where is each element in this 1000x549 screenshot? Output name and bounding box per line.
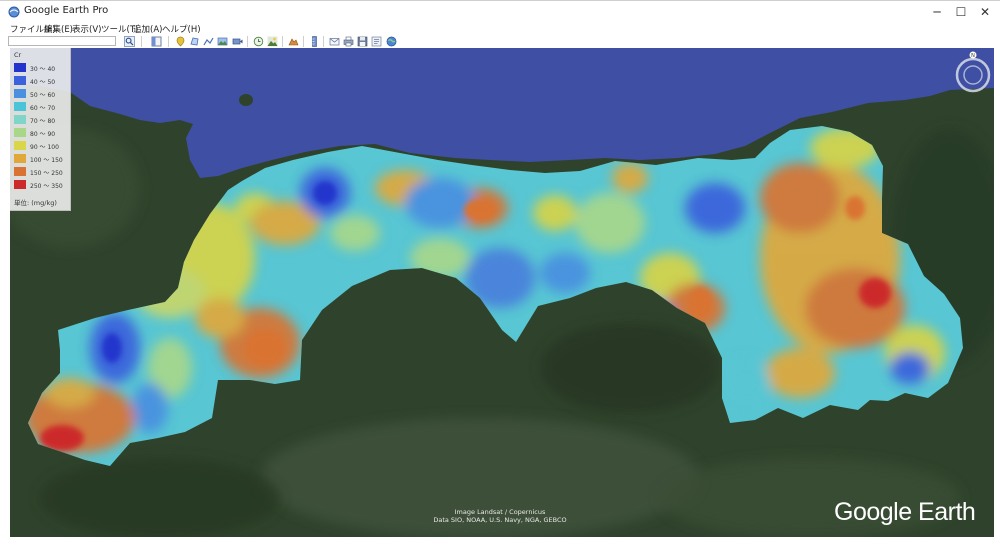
minimize-icon[interactable]: ─	[924, 3, 950, 21]
legend-swatch	[14, 180, 26, 189]
svg-text:N: N	[971, 53, 975, 59]
legend-swatch	[14, 154, 26, 163]
legend-swatch	[14, 76, 26, 85]
legend-swatch	[14, 63, 26, 72]
google-earth-logo: Google Earth	[834, 498, 976, 526]
google-earth-icon[interactable]	[386, 36, 397, 47]
map-canvas	[10, 48, 994, 537]
polygon-icon[interactable]	[189, 36, 200, 47]
legend-unit: 単位: (mg/kg)	[14, 199, 57, 207]
imagery-attribution: Image Landsat / Copernicus Data SIO, NOA…	[400, 508, 600, 524]
legend-swatch	[14, 115, 26, 124]
legend-swatch	[14, 128, 26, 137]
legend-item: 70 ～ 80	[14, 115, 70, 125]
legend-swatch	[14, 141, 26, 150]
legend-label: 150 ～ 250	[30, 170, 63, 177]
legend-label: 40 ～ 50	[30, 79, 56, 86]
toolbar	[0, 36, 1000, 48]
legend-item: 30 ～ 40	[14, 63, 70, 73]
legend-label: 80 ～ 90	[30, 131, 56, 138]
title-bar: Google Earth Pro ─ ☐ ✕	[0, 0, 1000, 23]
attribution-line: Image Landsat / Copernicus	[454, 508, 546, 516]
search-icon[interactable]	[124, 36, 135, 47]
print-icon[interactable]	[343, 36, 354, 47]
path-icon[interactable]	[203, 36, 214, 47]
legend-swatch	[14, 102, 26, 111]
toolbar-separator	[168, 36, 169, 47]
compass-icon[interactable]: N	[952, 50, 994, 96]
legend-label: 70 ～ 80	[30, 118, 56, 125]
legend-label: 250 ～ 350	[30, 183, 63, 190]
window-title: Google Earth Pro	[24, 5, 109, 16]
legend-item: 50 ～ 60	[14, 89, 70, 99]
legend-panel: Cr 30 ～ 40 40 ～ 50 50 ～ 60 60 ～ 70 70 ～ …	[10, 48, 71, 211]
image-overlay-icon[interactable]	[217, 36, 228, 47]
map-view-icon[interactable]	[371, 36, 382, 47]
legend-label: 90 ～ 100	[30, 144, 59, 151]
legend-label: 100 ～ 150	[30, 157, 63, 164]
menu-bar: ファイル(F) 編集(E) 表示(V) ツール(T) 追加(A) ヘルプ(H)	[0, 22, 1000, 36]
legend-item: 150 ～ 250	[14, 167, 70, 177]
google-earth-app-icon	[8, 6, 20, 18]
planets-icon[interactable]	[288, 36, 299, 47]
attribution-line: Data SIO, NOAA, U.S. Navy, NGA, GEBCO	[433, 516, 567, 524]
email-icon[interactable]	[329, 36, 340, 47]
maximize-icon[interactable]: ☐	[948, 3, 974, 21]
legend-item: 250 ～ 350	[14, 180, 70, 190]
toolbar-separator	[323, 36, 324, 47]
legend-item: 100 ～ 150	[14, 154, 70, 164]
placemark-icon[interactable]	[175, 36, 186, 47]
toolbar-separator	[247, 36, 248, 47]
toolbar-separator	[141, 36, 142, 47]
window-bottom-border	[0, 537, 1000, 549]
sun-icon[interactable]	[267, 36, 278, 47]
close-icon[interactable]: ✕	[972, 3, 998, 21]
google-earth-window: Google Earth Pro ─ ☐ ✕ ファイル(F) 編集(E) 表示(…	[0, 0, 1000, 549]
legend-swatch	[14, 89, 26, 98]
sidebar-icon[interactable]	[151, 36, 162, 47]
legend-item: 40 ～ 50	[14, 76, 70, 86]
menu-edit[interactable]: 編集(E)	[44, 23, 73, 35]
legend-swatch	[14, 167, 26, 176]
legend-title: Cr	[14, 51, 22, 59]
history-icon[interactable]	[253, 36, 264, 47]
toolbar-separator	[303, 36, 304, 47]
legend-label: 50 ～ 60	[30, 92, 56, 99]
search-input[interactable]	[8, 36, 116, 46]
ruler-icon[interactable]	[309, 36, 320, 47]
record-tour-icon[interactable]	[232, 36, 243, 47]
legend-label: 60 ～ 70	[30, 105, 56, 112]
legend-item: 90 ～ 100	[14, 141, 70, 151]
legend-item: 80 ～ 90	[14, 128, 70, 138]
toolbar-separator	[282, 36, 283, 47]
map-view[interactable]	[10, 48, 994, 537]
menu-help[interactable]: ヘルプ(H)	[162, 23, 201, 35]
menu-add[interactable]: 追加(A)	[133, 23, 162, 35]
legend-item: 60 ～ 70	[14, 102, 70, 112]
save-image-icon[interactable]	[357, 36, 368, 47]
legend-label: 30 ～ 40	[30, 66, 56, 73]
menu-view[interactable]: 表示(V)	[72, 23, 101, 35]
